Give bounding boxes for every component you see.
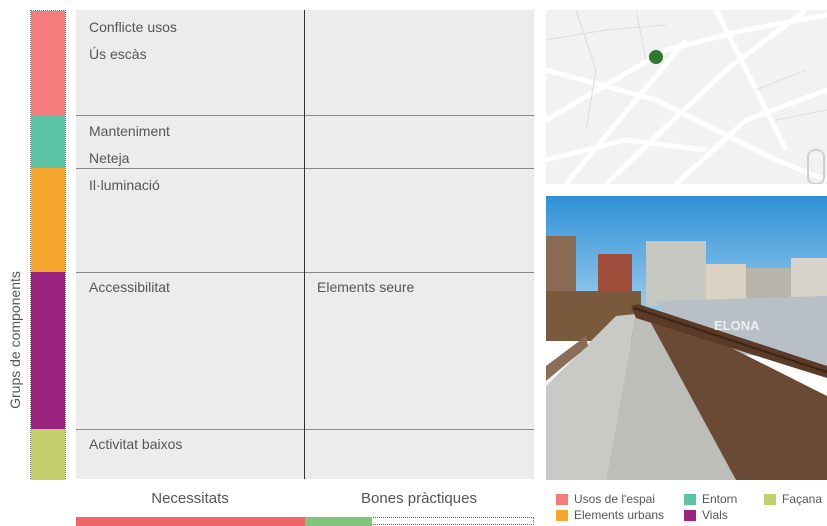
legend-label-elements-urbans: Elements urbans bbox=[574, 508, 665, 522]
legend-item-entorn: Entorn bbox=[684, 492, 737, 506]
row-divider bbox=[76, 429, 534, 430]
legend-swatch-entorn bbox=[684, 493, 696, 505]
group-segment-usos-espai bbox=[31, 11, 65, 115]
need-manteniment: Manteniment bbox=[89, 123, 170, 139]
need-neteja: Neteja bbox=[89, 150, 130, 166]
legend-label-entorn: Entorn bbox=[702, 492, 738, 506]
location-map bbox=[546, 10, 827, 184]
need-us-escas: Ús escàs bbox=[89, 46, 147, 62]
practice-elements-seure: Elements seure bbox=[317, 279, 415, 295]
axis-title: Grups de components bbox=[2, 200, 28, 480]
legend-swatch-facana bbox=[764, 493, 776, 505]
component-group-bar bbox=[30, 10, 66, 480]
need-conflicte-usos: Conflicte usos bbox=[89, 19, 177, 35]
photo-illustration: ELONA bbox=[546, 196, 827, 480]
legend-label-facana: Façana bbox=[782, 492, 823, 506]
column-label-needs: Necessitats bbox=[151, 490, 229, 507]
group-segment-entorn bbox=[31, 115, 65, 168]
street-photo: ELONA bbox=[546, 196, 827, 480]
group-segment-vials bbox=[31, 272, 65, 429]
need-illuminacio: Il·luminació bbox=[89, 177, 160, 193]
summary-bar-practices bbox=[305, 517, 372, 526]
legend-label-usos-espai: Usos de l'espai bbox=[574, 492, 655, 506]
legend-swatch-usos-espai bbox=[556, 493, 568, 505]
legend-swatch-vials bbox=[684, 509, 696, 521]
column-divider bbox=[304, 10, 305, 479]
legend-item-vials: Vials bbox=[684, 508, 728, 522]
legend-item-facana: Façana bbox=[764, 492, 822, 506]
row-divider bbox=[76, 168, 534, 169]
group-segment-elements-urbans bbox=[31, 168, 65, 272]
needs-practices-grid: Conflicte usos Ús escàs Manteniment Nete… bbox=[76, 10, 534, 479]
legend-item-usos-espai: Usos de l'espai bbox=[556, 492, 655, 506]
map-streets bbox=[546, 10, 827, 184]
need-activitat-baixos: Activitat baixos bbox=[89, 436, 183, 452]
legend-swatch-elements-urbans bbox=[556, 509, 568, 521]
location-marker-icon bbox=[649, 50, 663, 64]
photo-sign-text: ELONA bbox=[714, 318, 760, 333]
axis-title-text: Grups de components bbox=[7, 271, 23, 409]
summary-bar-needs bbox=[76, 517, 305, 526]
row-divider bbox=[76, 272, 534, 273]
legend-label-vials: Vials bbox=[702, 508, 728, 522]
legend: Usos de l'espai Entorn Façana Elements u… bbox=[556, 492, 827, 526]
row-divider bbox=[76, 115, 534, 116]
column-label-practices: Bones pràctiques bbox=[361, 490, 477, 507]
legend-item-elements-urbans: Elements urbans bbox=[556, 508, 664, 522]
group-segment-facana bbox=[31, 429, 65, 480]
need-accessibilitat: Accessibilitat bbox=[89, 279, 170, 295]
